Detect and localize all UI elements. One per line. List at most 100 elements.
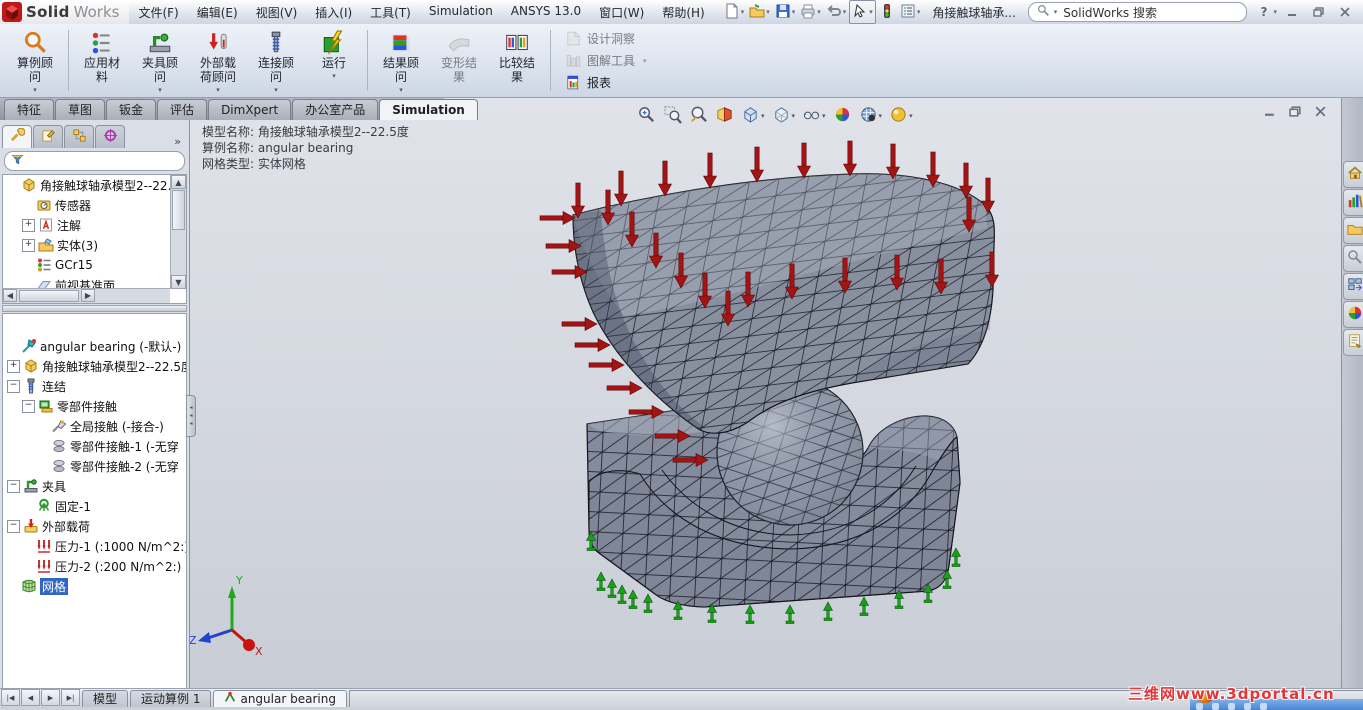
- panel-tab-featuremanager[interactable]: [2, 125, 32, 148]
- tab-simulation[interactable]: Simulation: [379, 99, 478, 120]
- tree-row[interactable]: − 外部载荷: [3, 516, 186, 536]
- doc-close-button[interactable]: [1314, 106, 1327, 120]
- sheet-nav-1[interactable]: ◀: [21, 689, 40, 706]
- tab-特征[interactable]: 特征: [4, 99, 55, 120]
- task-pane-custom-properties[interactable]: [1343, 329, 1363, 356]
- tab-dimxpert[interactable]: DimXpert: [208, 99, 292, 120]
- tree-row[interactable]: 网格: [3, 576, 186, 596]
- tree-row[interactable]: − 零部件接触: [3, 396, 186, 416]
- apply-scene-button[interactable]: ▾: [857, 104, 885, 128]
- tree-row[interactable]: + 角接触球轴承模型2--22.5度: [3, 356, 186, 376]
- tree-row[interactable]: GCr15: [3, 255, 170, 275]
- tree-row[interactable]: 全局接触 (-接合-): [3, 416, 186, 436]
- tree-expander[interactable]: −: [7, 479, 20, 493]
- panel-tab-overflow[interactable]: »: [168, 135, 187, 148]
- tree-row[interactable]: 压力-2 (:200 N/m^2:): [3, 556, 186, 576]
- menu-item-0[interactable]: 文件(F): [129, 2, 187, 23]
- tree-row[interactable]: 前视基准面: [3, 275, 170, 289]
- chevron-down-icon[interactable]: ▾: [33, 86, 37, 94]
- chevron-down-icon[interactable]: ▾: [917, 8, 921, 16]
- compare-results-button[interactable]: 比较结果: [489, 26, 545, 95]
- help-button[interactable]: ?: [1261, 5, 1268, 19]
- report-button[interactable]: 报表: [559, 73, 653, 93]
- zoom-fit-button[interactable]: [635, 104, 658, 128]
- apply-material-button[interactable]: 应用材料: [74, 26, 130, 95]
- zoom-selection-button[interactable]: [687, 104, 710, 128]
- run-button[interactable]: 运行 ▾: [306, 26, 362, 95]
- chevron-down-icon[interactable]: ▾: [792, 112, 796, 120]
- tree-row[interactable]: + 注解: [3, 215, 170, 235]
- task-pane-search[interactable]: [1343, 245, 1363, 272]
- chevron-down-icon[interactable]: ▾: [822, 112, 826, 120]
- vertical-scrollbar[interactable]: ▲ ▼: [170, 175, 186, 289]
- section-view-button[interactable]: [713, 104, 736, 128]
- chevron-down-icon[interactable]: ▾: [216, 86, 220, 94]
- tree-row[interactable]: 固定-1: [3, 496, 186, 516]
- sheet-nav-2[interactable]: ▶: [41, 689, 60, 706]
- tree-row[interactable]: 传感器: [3, 195, 170, 215]
- task-checklist-button[interactable]: ▾: [898, 1, 923, 23]
- search-box[interactable]: ▾: [1027, 2, 1247, 22]
- task-pane-appearances-scenes[interactable]: [1343, 301, 1363, 328]
- task-pane-design-library[interactable]: [1343, 189, 1363, 216]
- chevron-down-icon[interactable]: ▾: [1273, 8, 1277, 16]
- chevron-down-icon[interactable]: ▾: [843, 8, 847, 16]
- bottom-tab-1[interactable]: 运动算例 1: [130, 690, 212, 707]
- search-input[interactable]: [1061, 4, 1238, 20]
- undo-button[interactable]: ▾: [824, 1, 849, 23]
- task-pane-view-palette[interactable]: [1343, 273, 1363, 300]
- tree-expander[interactable]: +: [22, 238, 35, 252]
- tree-row[interactable]: 压力-1 (:1000 N/m^2:): [3, 536, 186, 556]
- horizontal-scrollbar[interactable]: ◀ ▶: [3, 288, 170, 303]
- new-doc-button[interactable]: ▾: [722, 1, 747, 23]
- study-advisor-button[interactable]: 算例顾问 ▾: [7, 26, 63, 95]
- cursor-select-button[interactable]: ▾: [849, 0, 876, 24]
- chevron-down-icon[interactable]: ▾: [817, 8, 821, 16]
- menu-item-6[interactable]: ANSYS 13.0: [502, 2, 590, 23]
- tree-row[interactable]: + 实体(3): [3, 235, 170, 255]
- zoom-area-button[interactable]: [661, 104, 684, 128]
- menu-item-1[interactable]: 编辑(E): [188, 2, 247, 23]
- tree-expander[interactable]: −: [7, 519, 20, 533]
- chevron-down-icon[interactable]: ▾: [1054, 8, 1058, 16]
- chevron-down-icon[interactable]: ▾: [761, 112, 765, 120]
- chevron-down-icon[interactable]: ▾: [399, 86, 403, 94]
- tree-row[interactable]: 零部件接触-2 (-无穿: [3, 456, 186, 476]
- results-advisor-button[interactable]: 结果顾问 ▾: [373, 26, 429, 95]
- graphics-area[interactable]: ▾ ▾ ▾ ▾ ▾ 模型名称: 角接触球轴承模型2--22.5度 算例名称: angul…: [190, 98, 1341, 688]
- tree-row[interactable]: − 连结: [3, 376, 186, 396]
- tab-评估[interactable]: 评估: [157, 99, 208, 120]
- chevron-down-icon[interactable]: ▾: [158, 86, 162, 94]
- menu-item-5[interactable]: Simulation: [420, 2, 502, 23]
- panel-tab-dimxpertmanager[interactable]: [95, 125, 125, 148]
- panel-collapse-handle[interactable]: ◂ ◂ ◂: [186, 395, 196, 437]
- menu-item-2[interactable]: 视图(V): [247, 2, 307, 23]
- chevron-down-icon[interactable]: ▾: [792, 8, 796, 16]
- panel-tab-configurationmanager[interactable]: [64, 125, 94, 148]
- sheet-nav-3[interactable]: ▶|: [61, 689, 80, 706]
- restore-button[interactable]: [1309, 5, 1329, 20]
- print-button[interactable]: ▾: [798, 1, 823, 23]
- scroll-thumb[interactable]: [172, 190, 185, 230]
- view-settings-button[interactable]: ▾: [887, 104, 915, 128]
- tree-expander[interactable]: −: [7, 379, 20, 393]
- display-style-button[interactable]: ▾: [770, 104, 798, 128]
- view-orientation-button[interactable]: ▾: [739, 104, 767, 128]
- chevron-down-icon[interactable]: ▾: [879, 112, 883, 120]
- fixtures-advisor-button[interactable]: 夹具顾问 ▾: [132, 26, 188, 95]
- menu-item-7[interactable]: 窗口(W): [590, 2, 653, 23]
- tree-expander[interactable]: +: [7, 359, 20, 373]
- display-lights-button[interactable]: [877, 1, 897, 23]
- chevron-down-icon[interactable]: ▾: [909, 112, 913, 120]
- menu-item-4[interactable]: 工具(T): [361, 2, 420, 23]
- chevron-down-icon[interactable]: ▾: [869, 8, 873, 16]
- tree-row[interactable]: 零部件接触-1 (-无穿: [3, 436, 186, 456]
- menu-item-3[interactable]: 插入(I): [306, 2, 361, 23]
- connections-advisor-button[interactable]: 连接顾问 ▾: [248, 26, 304, 95]
- menu-item-8[interactable]: 帮助(H): [653, 2, 713, 23]
- doc-minimize-button[interactable]: [1264, 106, 1277, 120]
- scroll-up-arrow[interactable]: ▲: [171, 175, 186, 189]
- scroll-down-arrow[interactable]: ▼: [171, 275, 186, 289]
- tree-row[interactable]: − 夹具: [3, 476, 186, 496]
- tree-row[interactable]: angular bearing (-默认-): [3, 336, 186, 356]
